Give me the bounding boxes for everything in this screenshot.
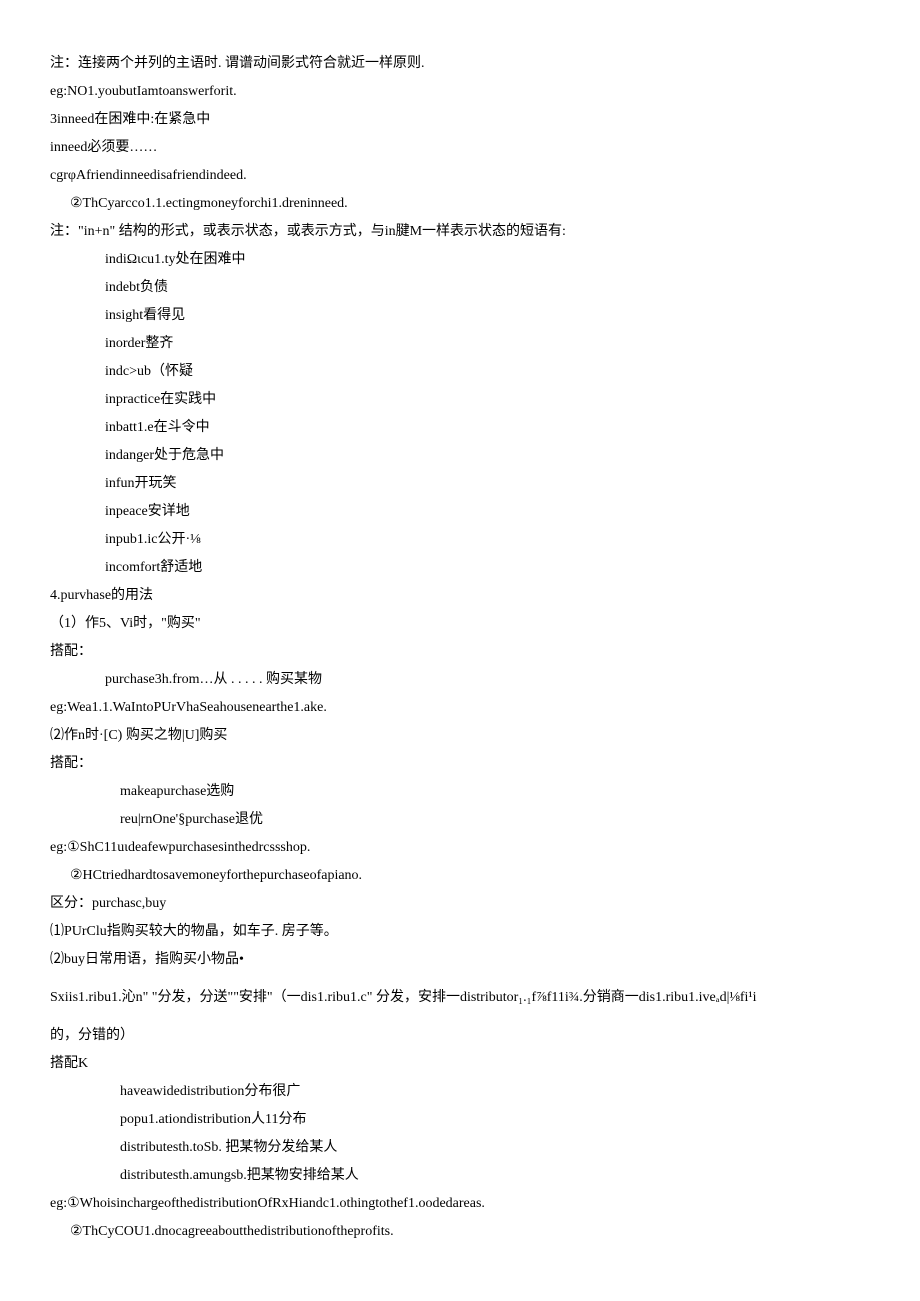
text-line: cgrφAfriendinneedisafriendindeed. [50,162,870,190]
text-line: inorder整齐 [50,330,870,358]
text-line: inneed必须要…… [50,134,870,162]
text-line: eg:Wea1.1.WaIntoPUrVhaSeahousenearthe1.a… [50,694,870,722]
text-line: reu|rnOne'§purchase退优 [50,806,870,834]
text-line: ⑴PUrClu指购买较大的物晶，如车子. 房子等。 [50,918,870,946]
text-line: 搭配K [50,1050,870,1078]
text-line: inpub1.ic公开·⅛ [50,526,870,554]
text-line: 搭配： [50,638,870,666]
text-line: distributesth.toSb. 把某物分发给某人 [50,1134,870,1162]
text-line: eg:①WhoisinchargeofthedistributionOfRxHi… [50,1190,870,1218]
text-line: ②HCtriedhardtosavemoneyforthepurchaseofa… [50,862,870,890]
text-line: 3inneed在困难中:在紧急中 [50,106,870,134]
text-line: Sxiis1.ribu1.沁n" "分发，分送""安排"（一dis1.ribu1… [50,984,870,1012]
text-line: indiΩιcu1.ty处在困难中 [50,246,870,274]
text-line: indebt负债 [50,274,870,302]
text-line: distributesth.amungsb.把某物安排给某人 [50,1162,870,1190]
text-line: 4.purvhase的用法 [50,582,870,610]
text-line: inpeace安详地 [50,498,870,526]
text-line: ⑵buy日常用语，指购买小物品• [50,946,870,974]
text-line: inpractice在实践中 [50,386,870,414]
text-line: infun开玩笑 [50,470,870,498]
text-line: inbatt1.e在斗令中 [50,414,870,442]
text-line: insight看得见 [50,302,870,330]
text-line: indanger处于危急中 [50,442,870,470]
text-line: 搭配： [50,750,870,778]
text-line: 注："in+n" 结构的形式，或表示状态，或表示方式，与in腱M一样表示状态的短… [50,218,870,246]
text-line: 的，分错的） [50,1022,870,1050]
text-line: （1）作5、Vi时，"购买" [50,610,870,638]
text-line: ⑵作n时·[C) 购买之物|U]购买 [50,722,870,750]
document-body: 注：连接两个并列的主语时. 谓谱动间影式符合就近一样原则.eg:NO1.youb… [50,50,870,1246]
text-line: 注：连接两个并列的主语时. 谓谱动间影式符合就近一样原则. [50,50,870,78]
text-line: incomfort舒适地 [50,554,870,582]
text-line: haveawidedistribution分布很广 [50,1078,870,1106]
text-line: ②ThCyCOU1.dnocagreeaboutthedistributiono… [50,1218,870,1246]
text-line: ②ThCyarcco1.1.ectingmoneyforchi1.dreninn… [50,190,870,218]
text-line: eg:①ShC11uιdeafewpurchasesinthedrcssshop… [50,834,870,862]
text-line: indc>ub（怀疑 [50,358,870,386]
text-line: 区分：purchasc,buy [50,890,870,918]
text-line: eg:NO1.youbutIamtoanswerforit. [50,78,870,106]
text-line: popu1.ationdistribution人11分布 [50,1106,870,1134]
text-line: purchase3h.from…从 . . . . . 购买某物 [50,666,870,694]
text-line: makeapurchase选购 [50,778,870,806]
